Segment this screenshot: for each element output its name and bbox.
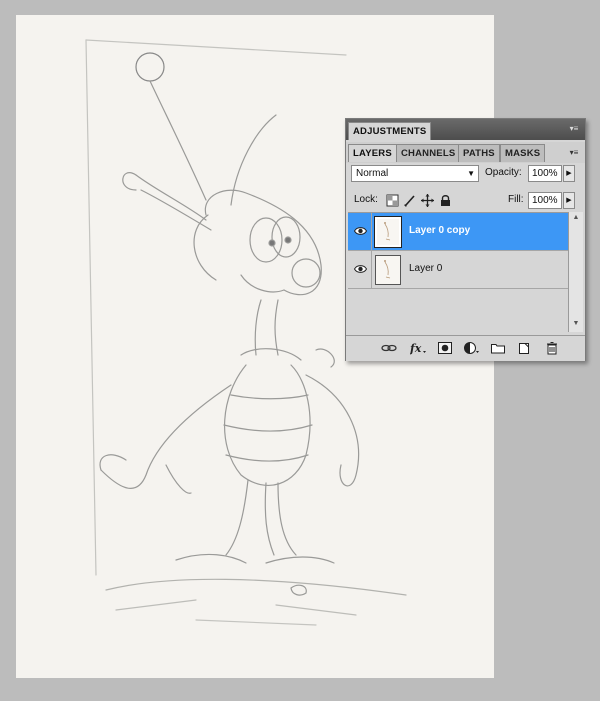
layers-tab-bar: LAYERS CHANNELS PATHS MASKS ▾≡: [346, 142, 585, 163]
new-layer-icon[interactable]: [516, 341, 532, 355]
blend-mode-value: Normal: [356, 168, 389, 179]
layer-name[interactable]: Layer 0 copy: [409, 225, 470, 236]
eye-icon[interactable]: [354, 226, 367, 236]
panel-menu-icon[interactable]: ▾≡: [567, 124, 581, 134]
sketch-thumbnail-icon: [384, 260, 391, 279]
adjustment-layer-icon[interactable]: [463, 341, 479, 355]
add-mask-icon[interactable]: [437, 341, 453, 355]
chevron-down-icon: ▼: [467, 169, 475, 178]
tab-channels[interactable]: CHANNELS: [396, 144, 461, 162]
lock-transparency-icon[interactable]: [386, 194, 399, 207]
sketch-thumbnail-icon: [384, 222, 391, 241]
fill-label: Fill:: [508, 194, 524, 205]
layer-row-layer-0-copy[interactable]: Layer 0 copy: [348, 213, 568, 251]
tab-masks[interactable]: MASKS: [500, 144, 546, 162]
eye-column-divider: [371, 213, 372, 251]
lock-label: Lock:: [354, 194, 378, 205]
fill-input[interactable]: 100%: [528, 192, 562, 209]
tab-adjustments[interactable]: ADJUSTMENTS: [348, 122, 432, 140]
layer-row-layer-0[interactable]: Layer 0: [348, 251, 568, 289]
layers-panel-menu-icon[interactable]: ▾≡: [567, 148, 581, 158]
tab-layers[interactable]: LAYERS: [348, 144, 397, 162]
layer-thumbnail: [375, 255, 401, 285]
tab-paths[interactable]: PATHS: [458, 144, 500, 162]
eye-icon[interactable]: [354, 264, 367, 274]
scroll-down-icon[interactable]: ▼: [571, 320, 581, 330]
fill-slider-arrow-icon[interactable]: ▶: [563, 192, 575, 209]
layer-thumbnail: [374, 216, 402, 248]
svg-text:fx: fx: [410, 342, 422, 355]
layers-panel: ADJUSTMENTS ▾≡ LAYERS CHANNELS PATHS MAS…: [345, 118, 586, 361]
opacity-label: Opacity:: [485, 167, 522, 178]
layers-scrollbar[interactable]: ▲ ▼: [568, 212, 583, 332]
lock-brush-icon[interactable]: [404, 194, 417, 207]
blend-mode-select[interactable]: Normal ▼: [351, 165, 479, 182]
new-group-icon[interactable]: [490, 341, 506, 355]
adjustments-tab-bar: ADJUSTMENTS ▾≡: [346, 119, 585, 140]
opacity-input[interactable]: 100%: [528, 165, 562, 182]
scroll-up-icon[interactable]: ▲: [571, 214, 581, 224]
link-layers-icon[interactable]: [381, 341, 397, 355]
layers-list: Layer 0 copy Layer 0: [348, 212, 568, 333]
trash-icon[interactable]: [544, 341, 560, 355]
lock-all-icon[interactable]: [439, 194, 452, 207]
fx-icon[interactable]: fx: [410, 341, 426, 355]
layer-name[interactable]: Layer 0: [409, 263, 442, 274]
opacity-slider-arrow-icon[interactable]: ▶: [563, 165, 575, 182]
layers-bottom-toolbar: fx: [346, 335, 585, 361]
lock-move-icon[interactable]: [421, 194, 434, 207]
eye-column-divider: [371, 251, 372, 289]
